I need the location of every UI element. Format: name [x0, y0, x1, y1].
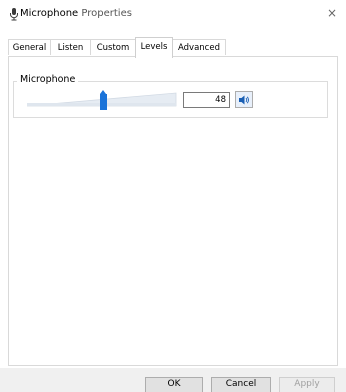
tab-listen[interactable]: Listen [50, 39, 91, 55]
close-button[interactable]: × [324, 5, 340, 21]
tab-general[interactable]: General [8, 39, 51, 55]
window-title-rest: Properties [78, 8, 132, 19]
level-slider-thumb[interactable] [100, 90, 107, 110]
ok-button[interactable]: OK [145, 377, 203, 392]
group-label-microphone: Microphone [17, 74, 79, 86]
tab-advanced[interactable]: Advanced [172, 39, 226, 55]
tab-custom[interactable]: Custom [90, 39, 136, 55]
apply-button[interactable]: Apply [279, 377, 335, 392]
cancel-button[interactable]: Cancel [211, 377, 271, 392]
window-title: Microphone Properties [20, 7, 132, 20]
title-bar: Microphone Properties × [0, 0, 346, 28]
tab-strip: General Listen Custom Levels Advanced [8, 37, 338, 58]
microphone-icon [10, 8, 18, 21]
speaker-icon [239, 95, 249, 105]
window-title-main: Microphone [20, 8, 79, 19]
tab-levels[interactable]: Levels [135, 37, 173, 58]
level-value-field[interactable]: 48 [183, 92, 230, 108]
mute-button[interactable] [235, 91, 253, 108]
